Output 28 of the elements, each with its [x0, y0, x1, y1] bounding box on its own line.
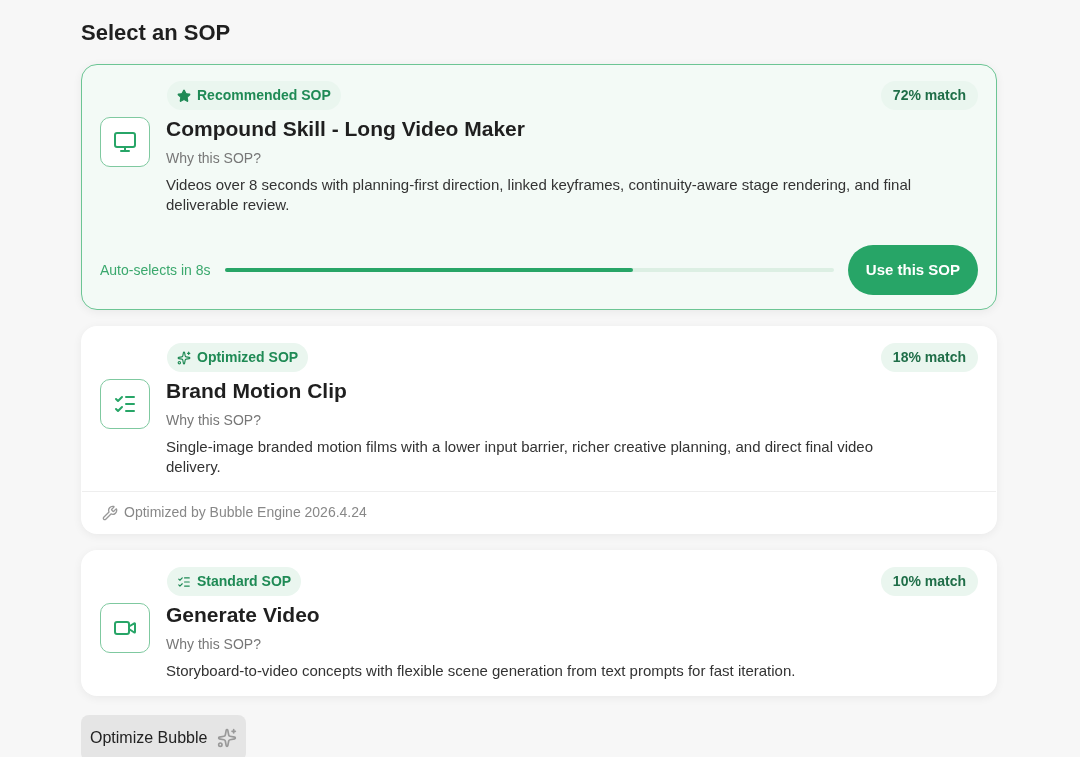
sop-card[interactable]: [81, 326, 997, 534]
sop-description: Storyboard-to-video concepts with flexible scene generation from text prompts for fast iteration.: [166, 661, 797, 681]
sop-type-badge: Optimized SOP: [167, 343, 309, 372]
sop-description: Videos over 8 seconds with planning-first direction, linked keyframes, continuity-aware stage rendering, and final deliverable review.: [166, 175, 913, 215]
match-badge: 72% match: [880, 81, 978, 110]
wrench-icon: [102, 504, 118, 521]
sparkles-icon: [177, 350, 191, 365]
sop-title: Brand Motion Clip: [166, 378, 348, 404]
sparkle-icon: [217, 728, 238, 748]
why-label: Why this SOP?: [166, 635, 262, 654]
auto-select-countdown: Auto-selects in 8s: [100, 260, 211, 280]
sop-title: Generate Video: [166, 602, 321, 628]
sop-title: Compound Skill - Long Video Maker: [166, 116, 526, 142]
optimized-by-note: Optimized by Bubble Engine 2026.4.24: [124, 503, 367, 522]
why-label: Why this SOP?: [166, 149, 262, 168]
match-badge: 10% match: [880, 567, 978, 596]
match-badge: 18% match: [880, 343, 978, 372]
sop-card[interactable]: Standard SOP 10% match Generate Video Why this SOP? Storyboard-to-video concepts with flexible scene generation from text prompts for fast iteration.: [81, 550, 997, 696]
checklist-icon: [177, 574, 191, 589]
monitor-icon: [113, 130, 137, 154]
sop-type-badge: Standard SOP: [167, 567, 302, 596]
sop-description: Single-image branded motion films with a lower input barrier, richer creative planning, and direct final video delivery.: [166, 437, 875, 477]
sop-card[interactable]: [81, 64, 997, 310]
star-icon: [177, 88, 191, 103]
why-label: Why this SOP?: [166, 411, 262, 430]
sop-type-badge: Recommended SOP: [167, 81, 341, 110]
optimize-bubble-button[interactable]: Optimize Bubble: [81, 715, 247, 757]
page-title: Select an SOP: [81, 19, 232, 47]
